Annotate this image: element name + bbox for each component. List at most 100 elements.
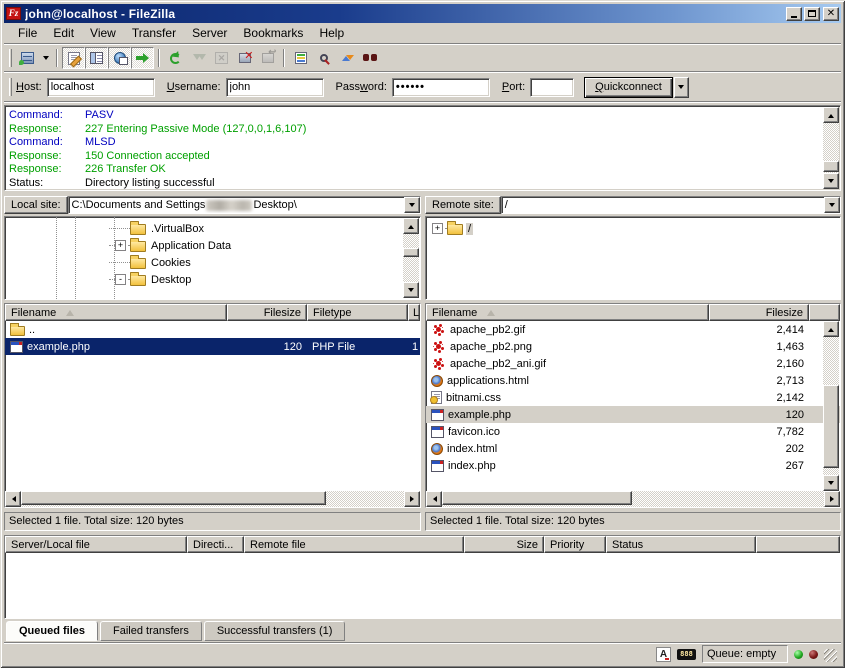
quickconnect-button[interactable]: Quickconnect	[584, 77, 673, 98]
file-row-example-php[interactable]: example.php 120	[426, 406, 840, 423]
file-row[interactable]: index.php 267	[426, 457, 840, 474]
menu-edit[interactable]: Edit	[45, 24, 82, 42]
toggle-transfer-queue-button[interactable]	[131, 47, 154, 69]
menu-file[interactable]: File	[10, 24, 45, 42]
folder-icon	[447, 224, 463, 235]
site-manager-dropdown-button[interactable]	[39, 47, 52, 69]
close-button[interactable]: ✕	[823, 7, 839, 21]
tab-failed-transfers[interactable]: Failed transfers	[100, 621, 202, 641]
menu-server[interactable]: Server	[184, 24, 235, 42]
scroll-down-button[interactable]	[823, 173, 839, 189]
maximize-button[interactable]	[804, 7, 820, 21]
quickconnect-drag-handle[interactable]	[9, 78, 12, 96]
file-row[interactable]: favicon.ico 7,782	[426, 423, 840, 440]
cancel-operation-button[interactable]: ✕	[210, 47, 233, 69]
tree-item-root[interactable]: + /	[426, 220, 822, 237]
local-horizontal-scrollbar[interactable]	[5, 491, 420, 507]
scroll-thumb[interactable]	[823, 385, 839, 468]
column-header-remote-file[interactable]: Remote file	[244, 536, 464, 553]
local-path-combobox[interactable]: C:\Documents and SettingsDesktop\	[68, 196, 421, 214]
column-header-filename[interactable]: Filename	[426, 304, 709, 321]
file-row[interactable]: apache_pb2_ani.gif 2,160	[426, 355, 840, 372]
scroll-thumb[interactable]	[442, 491, 632, 505]
synchronized-browsing-button[interactable]	[335, 47, 358, 69]
scroll-track[interactable]	[403, 234, 419, 282]
refresh-button[interactable]	[164, 47, 187, 69]
column-header-filename[interactable]: Filename	[5, 304, 227, 321]
column-header-size[interactable]: Size	[464, 536, 544, 553]
file-row[interactable]: apache_pb2.gif 2,414	[426, 321, 840, 338]
column-header-priority[interactable]: Priority	[544, 536, 606, 553]
tab-queued-files[interactable]: Queued files	[6, 621, 98, 641]
host-input[interactable]	[47, 78, 155, 97]
scroll-up-button[interactable]	[403, 218, 419, 234]
file-row[interactable]: apache_pb2.png 1,463	[426, 338, 840, 355]
scroll-track[interactable]	[823, 123, 839, 173]
scroll-thumb[interactable]	[823, 161, 839, 172]
expand-plus-icon[interactable]: +	[432, 223, 443, 234]
file-row-parent-dir[interactable]: ..	[5, 321, 420, 338]
toggle-local-tree-button[interactable]	[85, 47, 108, 69]
tree-item-desktop[interactable]: - Desktop	[5, 271, 402, 288]
scroll-up-button[interactable]	[823, 107, 839, 123]
menu-bookmarks[interactable]: Bookmarks	[235, 24, 311, 42]
scroll-down-button[interactable]	[823, 475, 839, 491]
log-scrollbar[interactable]	[823, 107, 839, 189]
resize-grip[interactable]	[824, 649, 837, 662]
port-input[interactable]	[530, 78, 574, 97]
menu-help[interactable]: Help	[311, 24, 352, 42]
menu-transfer[interactable]: Transfer	[124, 24, 184, 42]
tree-item-cookies[interactable]: Cookies	[5, 254, 402, 271]
column-header-filesize[interactable]: Filesize	[709, 304, 809, 321]
scroll-right-button[interactable]	[824, 491, 840, 507]
tree-item-application-data[interactable]: + Application Data	[5, 237, 402, 254]
scroll-track[interactable]	[21, 491, 404, 507]
tree-item-virtualbox[interactable]: .VirtualBox	[5, 220, 402, 237]
local-path-dropdown-button[interactable]	[404, 197, 420, 213]
toggle-message-log-button[interactable]	[62, 47, 85, 69]
process-queue-button[interactable]	[187, 47, 210, 69]
scroll-thumb[interactable]	[21, 491, 326, 505]
find-files-button[interactable]	[358, 47, 381, 69]
file-row[interactable]: index.html 202	[426, 440, 840, 457]
scroll-left-button[interactable]	[426, 491, 442, 507]
scroll-track[interactable]	[442, 491, 824, 507]
minimize-button[interactable]	[786, 7, 802, 21]
local-tree-scrollbar[interactable]	[403, 218, 419, 298]
scroll-down-button[interactable]	[403, 282, 419, 298]
remote-path-combobox[interactable]: /	[501, 196, 841, 214]
scroll-right-button[interactable]	[404, 491, 420, 507]
filter-button[interactable]	[289, 47, 312, 69]
file-row-example-php[interactable]: example.php 120 PHP File 1	[5, 338, 420, 355]
toggle-remote-tree-button[interactable]	[108, 47, 131, 69]
toolbar-drag-handle[interactable]	[9, 49, 12, 67]
collapse-minus-icon[interactable]: -	[115, 274, 126, 285]
column-header-last-modified[interactable]: L	[408, 304, 420, 321]
disconnect-button[interactable]	[233, 47, 256, 69]
username-input[interactable]	[226, 78, 324, 97]
quickconnect-dropdown-button[interactable]	[674, 77, 689, 98]
column-header-direction[interactable]: Directi...	[187, 536, 244, 553]
file-row[interactable]: applications.html 2,713	[426, 372, 840, 389]
scroll-thumb[interactable]	[403, 248, 419, 257]
directory-comparison-button[interactable]	[312, 47, 335, 69]
remote-list-scrollbar[interactable]	[823, 321, 839, 491]
column-header-server-local-file[interactable]: Server/Local file	[5, 536, 187, 553]
tab-successful-transfers[interactable]: Successful transfers (1)	[204, 621, 346, 641]
column-header-filetype[interactable]: Filetype	[307, 304, 408, 321]
password-input[interactable]	[392, 78, 490, 97]
scroll-left-button[interactable]	[5, 491, 21, 507]
remote-path-dropdown-button[interactable]	[824, 197, 840, 213]
scroll-track[interactable]	[823, 337, 839, 475]
column-header-filesize[interactable]: Filesize	[227, 304, 307, 321]
site-manager-button[interactable]	[16, 47, 39, 69]
reconnect-button[interactable]	[256, 47, 279, 69]
speed-limit-icon[interactable]: 888	[677, 649, 696, 660]
expand-plus-icon[interactable]: +	[115, 240, 126, 251]
remote-horizontal-scrollbar[interactable]	[426, 491, 840, 507]
column-header-status[interactable]: Status	[606, 536, 756, 553]
scroll-up-button[interactable]	[823, 321, 839, 337]
file-row[interactable]: bitnami.css 2,142	[426, 389, 840, 406]
menu-view[interactable]: View	[82, 24, 124, 42]
html-file-icon	[431, 375, 443, 387]
